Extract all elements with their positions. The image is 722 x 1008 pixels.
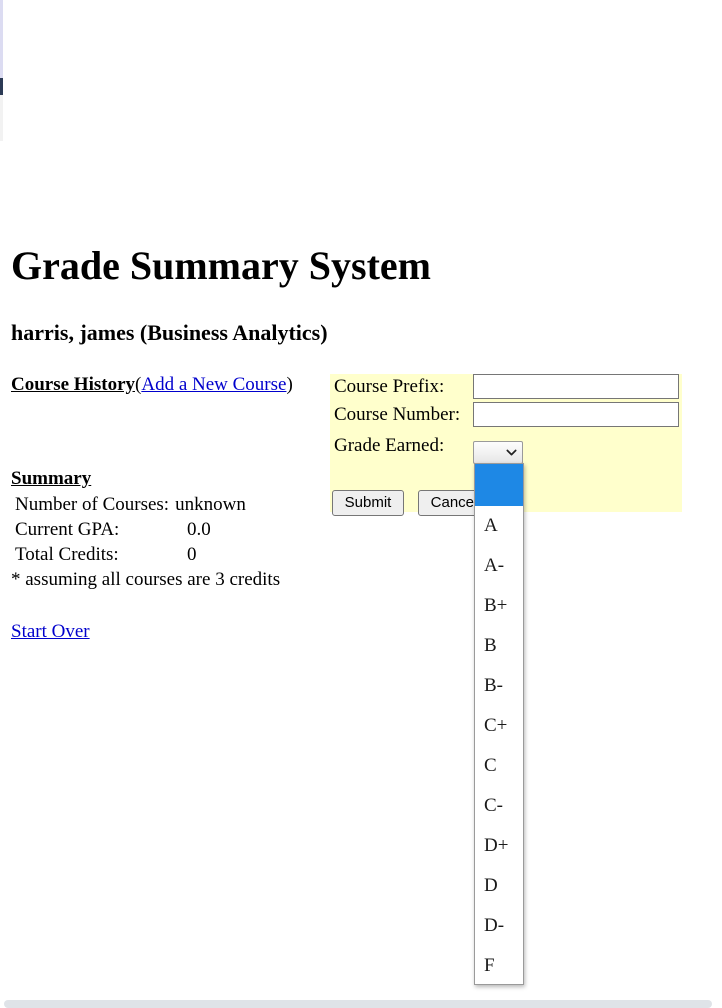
grade-option-Cminus[interactable]: C-: [475, 786, 523, 826]
grade-option-Dminus[interactable]: D-: [475, 906, 523, 946]
grade-earned-select[interactable]: [473, 441, 523, 464]
summary-row-courses: Number of Courses: unknown: [11, 492, 280, 517]
summary-label-credits: Total Credits:: [15, 544, 119, 565]
grade-option-F[interactable]: F: [475, 946, 523, 984]
summary-heading: Summary: [11, 468, 92, 489]
course-history-heading: Course History: [11, 374, 136, 395]
grade-option-C[interactable]: C: [475, 746, 523, 786]
summary-block: Summary Number of Courses: unknown Curren…: [11, 466, 280, 592]
add-a-new-course-link[interactable]: Add a New Course: [141, 374, 286, 395]
grade-option-A[interactable]: A: [475, 506, 523, 546]
summary-value-courses: unknown: [175, 494, 246, 515]
course-number-label: Course Number:: [334, 404, 461, 425]
horizontal-scrollbar[interactable]: [0, 999, 722, 1008]
chevron-down-icon: [506, 447, 517, 458]
course-prefix-label: Course Prefix:: [334, 376, 445, 397]
grade-option-Bminus[interactable]: B-: [475, 666, 523, 706]
course-number-row: Course Number:: [330, 402, 682, 430]
start-over-link[interactable]: Start Over: [11, 621, 90, 643]
page-title: Grade Summary System: [11, 243, 431, 288]
summary-value-gpa: 0.0: [187, 519, 211, 540]
grade-option-B[interactable]: B: [475, 626, 523, 666]
grade-earned-label: Grade Earned:: [334, 435, 445, 456]
student-name-heading: harris, james (Business Analytics): [11, 320, 328, 345]
course-number-input[interactable]: [473, 402, 679, 427]
summary-label-gpa: Current GPA:: [15, 519, 120, 540]
submit-button[interactable]: Submit: [332, 490, 404, 516]
course-prefix-input[interactable]: [473, 374, 679, 399]
grade-option-blank[interactable]: [475, 464, 523, 506]
horizontal-scrollbar-thumb[interactable]: [4, 1000, 712, 1008]
course-history-row: Course History(Add a New Course): [11, 374, 293, 396]
page-edge-segment-lavender: [0, 0, 3, 78]
grade-option-Bplus[interactable]: B+: [475, 586, 523, 626]
summary-label-courses: Number of Courses:: [15, 494, 170, 515]
summary-note: * assuming all courses are 3 credits: [11, 569, 281, 590]
page-edge-segment-dark: [0, 78, 3, 95]
summary-row-gpa: Current GPA: 0.0: [11, 517, 280, 542]
grade-option-Dplus[interactable]: D+: [475, 826, 523, 866]
summary-value-credits: 0: [187, 544, 197, 565]
close-paren: ): [286, 374, 293, 395]
grade-option-Cplus[interactable]: C+: [475, 706, 523, 746]
course-prefix-row: Course Prefix:: [330, 374, 682, 402]
page-edge-strip: [0, 0, 3, 141]
grade-option-D[interactable]: D: [475, 866, 523, 906]
grade-option-Aminus[interactable]: A-: [475, 546, 523, 586]
summary-row-credits: Total Credits: 0: [11, 542, 280, 567]
form-buttons: Submit Cancel: [332, 490, 490, 516]
grade-earned-row: Grade Earned:: [330, 433, 682, 464]
page-edge-segment-gray: [0, 95, 3, 141]
grade-dropdown-popup[interactable]: A A- B+ B B- C+ C C- D+ D D- F: [474, 463, 524, 985]
